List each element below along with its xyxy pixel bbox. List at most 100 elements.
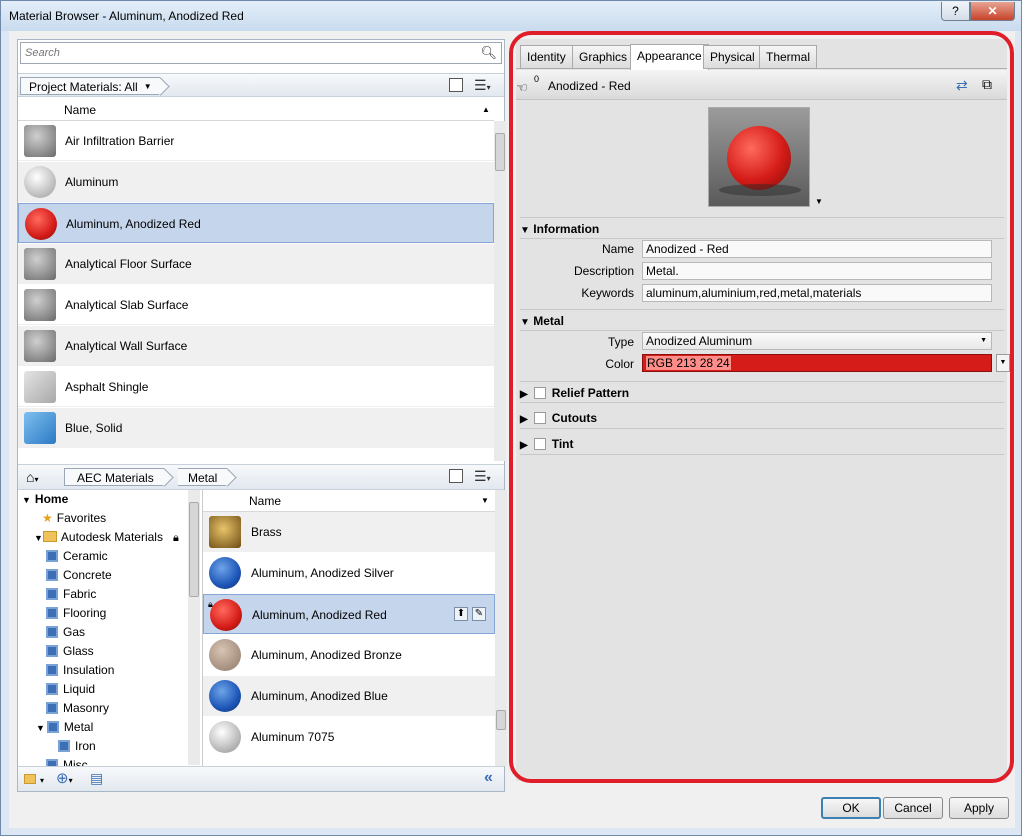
- material-browser-window: Material Browser - Aluminum, Anodized Re…: [0, 0, 1022, 836]
- tree-item-label: Autodesk Materials: [60, 530, 163, 544]
- tree-item-label: Insulation: [63, 663, 115, 677]
- search-input[interactable]: [25, 44, 465, 62]
- breadcrumb-metal[interactable]: Metal: [178, 468, 228, 486]
- edit-material-icon[interactable]: ✎: [472, 607, 486, 621]
- material-name: Aluminum, Anodized Red: [252, 608, 387, 622]
- search-icon[interactable]: 🔍︎: [480, 45, 497, 61]
- apply-button[interactable]: Apply: [949, 797, 1009, 819]
- material-row[interactable]: Aluminum: [18, 162, 494, 202]
- tree-item[interactable]: Masonry: [46, 699, 109, 718]
- material-name: Aluminum, Anodized Silver: [251, 566, 394, 580]
- material-name: Brass: [251, 525, 282, 539]
- project-filter-label: Project Materials: All: [29, 80, 138, 94]
- tree-item-label: Home: [34, 492, 69, 506]
- tree-item[interactable]: Concrete: [46, 566, 112, 585]
- project-toolbar: Project Materials: All ▼ ☰▾: [18, 73, 504, 97]
- tree-item[interactable]: Gas: [46, 623, 85, 642]
- tree-item-label: Glass: [63, 644, 94, 658]
- material-name: Aluminum, Anodized Red: [66, 217, 201, 231]
- material-row[interactable]: Blue, Solid: [18, 408, 494, 448]
- library-material-row[interactable]: Aluminum, Anodized Blue: [203, 676, 495, 716]
- tree-item-label: Favorites: [56, 511, 107, 525]
- material-name: Aluminum 7075: [251, 730, 335, 744]
- tree-item[interactable]: Fabric: [46, 585, 96, 604]
- breadcrumb-aec-materials[interactable]: AEC Materials: [64, 468, 164, 486]
- library-material-row[interactable]: Brass: [203, 512, 495, 552]
- tree-item[interactable]: Flooring: [46, 604, 106, 623]
- library-column-header[interactable]: Name ▼: [203, 490, 495, 512]
- material-row[interactable]: Analytical Wall Surface: [18, 326, 494, 366]
- tree-item[interactable]: Iron: [58, 737, 96, 756]
- chevron-down-icon: ▼: [143, 82, 152, 91]
- category-icon: [46, 569, 58, 581]
- material-row[interactable]: Asphalt Shingle: [18, 367, 494, 407]
- view-toggle-icon[interactable]: [449, 469, 463, 483]
- material-row[interactable]: Analytical Slab Surface: [18, 285, 494, 325]
- material-row[interactable]: Analytical Floor Surface: [18, 244, 494, 284]
- tree-item-label: Gas: [63, 625, 86, 639]
- expand-arrow-icon[interactable]: ▼: [36, 723, 45, 733]
- tree-item[interactable]: ▼ Autodesk Materials 🔒︎: [34, 528, 179, 547]
- project-filter-dropdown[interactable]: Project Materials: All ▼: [20, 77, 160, 95]
- browser-bottom-bar: ▾ ⊕▾ ▤ «: [18, 766, 504, 791]
- breadcrumb-label: AEC Materials: [77, 471, 154, 485]
- sort-descending-icon: ▼: [481, 496, 489, 505]
- library-material-row[interactable]: Aluminum, Anodized Silver: [203, 553, 495, 593]
- library-material-row[interactable]: Aluminum 7075: [203, 717, 495, 757]
- create-material-icon[interactable]: ⊕▾: [56, 769, 73, 787]
- material-swatch: [25, 208, 57, 240]
- category-icon: [46, 550, 58, 562]
- category-icon: [46, 683, 58, 695]
- add-to-document-icon[interactable]: ⬆: [454, 607, 468, 621]
- home-icon[interactable]: ⌂▾: [26, 469, 38, 485]
- tree-item[interactable]: ▼ Home: [22, 490, 68, 509]
- search-box[interactable]: 🔍︎: [20, 42, 502, 64]
- material-name: Analytical Wall Surface: [65, 339, 188, 353]
- tree-item[interactable]: ★ Favorites: [34, 509, 106, 528]
- ok-button[interactable]: OK: [821, 797, 881, 819]
- project-column-header[interactable]: Name ▲: [18, 99, 494, 121]
- material-swatch: [24, 248, 56, 280]
- material-row[interactable]: Air Infiltration Barrier: [18, 121, 494, 161]
- list-view-icon[interactable]: ☰▾: [474, 468, 491, 485]
- list-view-icon[interactable]: ☰▾: [474, 77, 491, 94]
- scrollbar-thumb[interactable]: [495, 133, 505, 171]
- breadcrumb-label: Metal: [188, 471, 218, 485]
- category-icon: [58, 740, 70, 752]
- material-name: Aluminum: [65, 175, 119, 189]
- tree-item[interactable]: Glass: [46, 642, 94, 661]
- tree-item-label: Fabric: [63, 587, 97, 601]
- lock-icon: 🔒︎: [208, 599, 213, 609]
- library-material-row[interactable]: Aluminum, Anodized Bronze: [203, 635, 495, 675]
- tree-item[interactable]: Insulation: [46, 661, 114, 680]
- material-name: Aluminum, Anodized Bronze: [251, 648, 402, 662]
- tree-item[interactable]: Liquid: [46, 680, 95, 699]
- lock-icon: 🔒︎: [172, 532, 179, 544]
- expand-arrow-icon[interactable]: ▼: [22, 495, 31, 505]
- material-swatch: [209, 639, 241, 671]
- category-icon: [46, 664, 58, 676]
- column-name-label: Name: [64, 103, 97, 117]
- scrollbar-thumb[interactable]: [496, 710, 506, 730]
- help-button[interactable]: ?: [941, 2, 970, 21]
- library-material-row[interactable]: Aluminum, Anodized Red 🔒︎ ⬆ ✎: [203, 594, 495, 634]
- collapse-panel-icon[interactable]: «: [484, 769, 493, 787]
- editor-toggle-icon[interactable]: ▤: [90, 770, 103, 787]
- scrollbar-thumb[interactable]: [189, 502, 199, 597]
- view-toggle-icon[interactable]: [449, 78, 463, 92]
- library-folder-icon[interactable]: ▾: [24, 772, 44, 786]
- tree-item[interactable]: Ceramic: [46, 547, 108, 566]
- library-list-scrollbar[interactable]: [495, 490, 507, 766]
- cancel-button[interactable]: Cancel: [883, 797, 943, 819]
- project-list-scrollbar[interactable]: [494, 121, 506, 461]
- tree-item-label: Flooring: [63, 606, 107, 620]
- material-swatch: [24, 125, 56, 157]
- expand-arrow-icon[interactable]: ▼: [34, 533, 43, 543]
- material-row[interactable]: Aluminum, Anodized Red: [18, 203, 494, 243]
- tree-item[interactable]: ▼ Metal: [36, 718, 93, 737]
- tree-item-label: Masonry: [63, 701, 110, 715]
- material-name: Aluminum, Anodized Blue: [251, 689, 388, 703]
- category-icon: [46, 702, 58, 714]
- close-button[interactable]: ✕: [970, 2, 1015, 21]
- tree-scrollbar[interactable]: [188, 490, 200, 765]
